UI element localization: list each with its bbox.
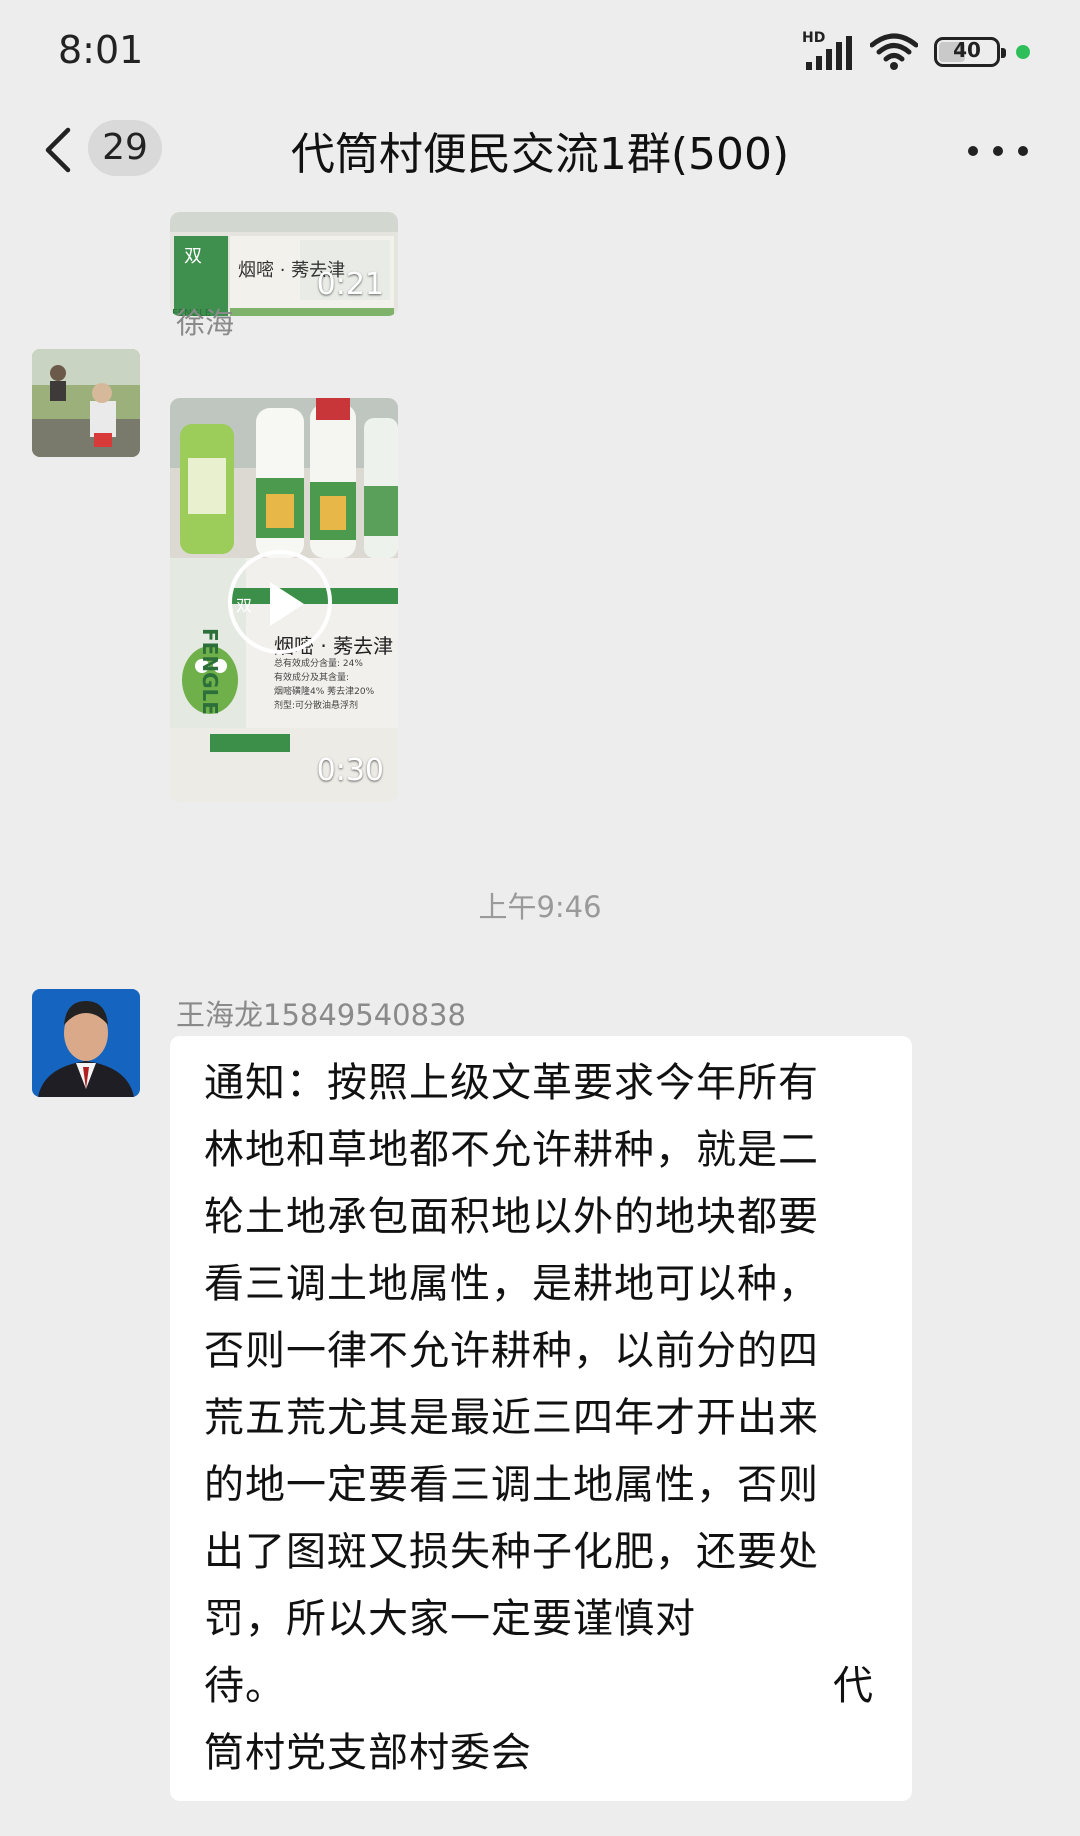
charging-indicator-icon <box>1016 45 1030 59</box>
battery-level: 40 <box>953 38 981 62</box>
avatar[interactable] <box>32 349 140 457</box>
status-time: 8:01 <box>58 28 144 72</box>
thumb-text: 总有效成分含量: 24% <box>274 659 363 669</box>
thumb-text: 双 <box>184 246 202 267</box>
sender-name: 徐海 <box>176 306 235 340</box>
message-timestamp: 上午9:46 <box>478 890 602 924</box>
avatar[interactable] <box>32 989 140 1097</box>
message-bubble[interactable]: 通知：按照上级文革要求今年所有 林地和草地都不允许耕种，就是二 轮土地承包面积地… <box>170 1036 912 1801</box>
signal-icon: HD <box>802 30 854 72</box>
message-text-line: 通知：按照上级文革要求今年所有 <box>204 1060 819 1106</box>
message-text-line: 罚，所以大家一定要谨慎对 <box>204 1596 696 1642</box>
message-text-line: 荒五荒尤其是最近三四年才开出来 <box>204 1395 819 1441</box>
chat-title: 代筒村便民交流1群(500) <box>290 129 790 180</box>
sender-name: 王海龙15849540838 <box>176 998 466 1032</box>
message-text-line: 否则一律不允许耕种，以前分的四 <box>204 1328 819 1374</box>
unread-count-badge[interactable]: 29 <box>88 120 162 176</box>
status-bar: 8:01 HD 40 <box>0 0 1080 100</box>
message-text-line: 林地和草地都不允许耕种，就是二 <box>204 1127 819 1173</box>
thumb-text: 有效成分及其含量: <box>274 673 350 683</box>
message-text-line: 筒村党支部村委会 <box>204 1730 532 1776</box>
play-icon[interactable] <box>228 550 332 654</box>
chat-header: 29 代筒村便民交流1群(500) <box>0 100 1080 212</box>
back-arrow-icon[interactable] <box>38 124 82 176</box>
message-text-line: 待。 代 <box>204 1653 874 1720</box>
message-text-line: 的地一定要看三调土地属性，否则 <box>204 1462 819 1508</box>
message-text-line: 看三调土地属性，是耕地可以种， <box>204 1261 819 1307</box>
message-text-fragment: 代 <box>833 1663 874 1709</box>
thumb-text: FENGLE <box>198 628 222 715</box>
battery-icon: 40 <box>934 37 1006 67</box>
message-text-fragment: 待。 <box>204 1663 286 1709</box>
more-options-icon[interactable] <box>968 146 1028 158</box>
status-icons: HD 40 <box>802 30 1030 74</box>
message-text-line: 出了图斑又损失种子化肥，还要处 <box>204 1529 819 1575</box>
wifi-icon <box>870 33 918 70</box>
video-duration: 0:30 <box>316 753 384 788</box>
message-list[interactable]: 双 烟嘧 · 莠去津 FENGLE 0:21 徐海 双 烟嘧 · 莠去津 总有效… <box>0 212 1080 1836</box>
message-text-line: 轮土地承包面积地以外的地块都要 <box>204 1194 819 1240</box>
thumb-text: 烟嘧磺隆4% 莠去津20% <box>274 687 375 697</box>
thumb-text: 剂型:可分散油悬浮剂 <box>274 701 359 711</box>
video-duration: 0:21 <box>316 267 384 302</box>
video-message[interactable]: 双 烟嘧 · 莠去津 总有效成分含量: 24% 有效成分及其含量: 烟嘧磺隆4%… <box>170 398 398 802</box>
